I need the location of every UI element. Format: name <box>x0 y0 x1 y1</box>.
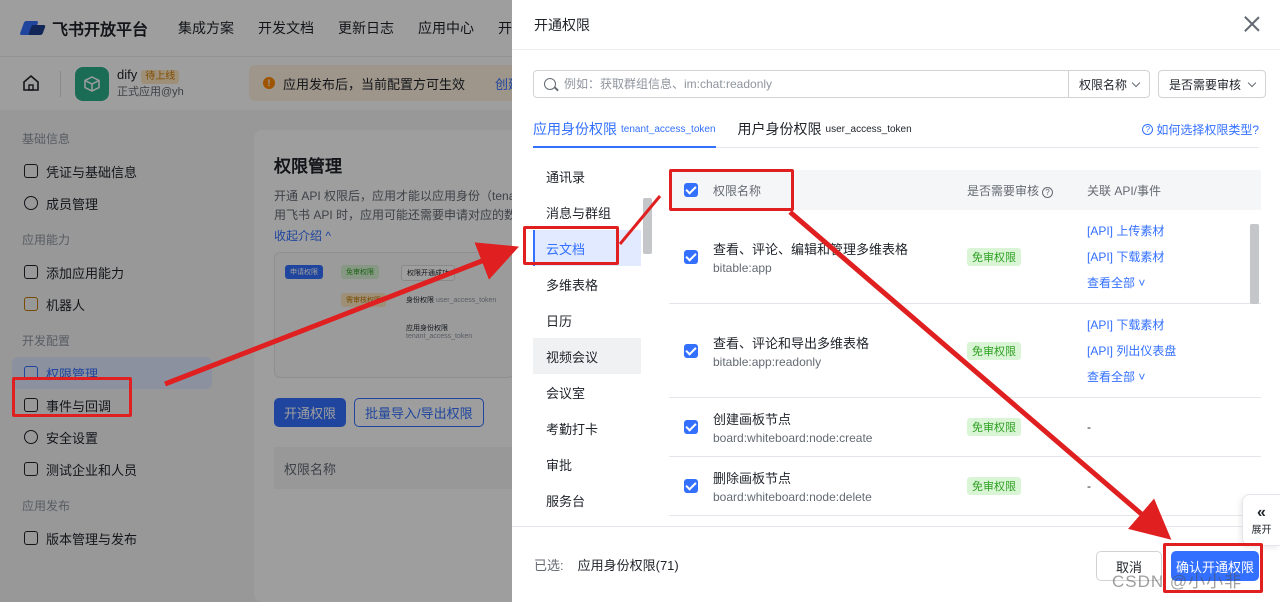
selected-value: 应用身份权限(71) <box>577 558 679 573</box>
column-name: 权限名称 <box>713 183 762 198</box>
category-item[interactable]: 视频会议 <box>533 338 641 374</box>
permission-type-help-link[interactable]: ? 如何选择权限类型? <box>1142 121 1259 138</box>
close-icon[interactable] <box>1242 14 1262 34</box>
search-field-select[interactable]: 权限名称 <box>1067 70 1149 98</box>
view-all-link[interactable]: 查看全部 ˅ <box>1087 364 1261 390</box>
permission-title: 创建画板节点 <box>713 412 792 427</box>
row-checkbox[interactable] <box>684 479 698 493</box>
api-empty: - <box>1087 479 1091 493</box>
view-all-label: 查看全部 <box>1087 369 1136 384</box>
permission-table: 权限名称 是否需要审核? 关联 API/事件 查看、评论、编辑和管理多维表格 bi… <box>669 170 1261 526</box>
review-badge: 免审权限 <box>967 418 1021 436</box>
help-label: 如何选择权限类型? <box>1156 123 1259 137</box>
api-empty: - <box>1087 420 1091 434</box>
table-row: 删除画板节点 board:whiteboard:node:delete 免审权限 … <box>669 457 1261 516</box>
permission-title: 查看、评论、编辑和管理多维表格 <box>713 241 909 257</box>
review-filter-select[interactable]: 是否需要审核 <box>1158 70 1267 98</box>
column-review: 是否需要审核? <box>967 182 1087 199</box>
review-filter-label: 是否需要审核 <box>1169 77 1242 92</box>
tab-code: tenant_access_token <box>621 123 716 135</box>
permission-title: 删除画板节点 <box>713 471 792 486</box>
api-link[interactable]: [API] 上传素材 <box>1087 218 1261 244</box>
category-item[interactable]: 消息与群组 <box>533 194 641 230</box>
search-field-label: 权限名称 <box>1078 77 1127 92</box>
drawer-title: 开通权限 <box>534 16 590 33</box>
column-review-label: 是否需要审核 <box>967 183 1040 198</box>
category-list: 通讯录 消息与群组 云文档 多维表格 日历 视频会议 会议室 考勤打卡 审批 服… <box>533 158 641 526</box>
table-row: 创建画板节点 board:whiteboard:node:create 免审权限 … <box>669 398 1261 457</box>
row-checkbox[interactable] <box>684 420 698 434</box>
tab-label: 用户身份权限 <box>737 121 822 137</box>
expand-label: 展开 <box>1251 524 1272 536</box>
category-item[interactable]: 通讯录 <box>533 158 641 194</box>
category-scrollbar[interactable] <box>642 178 652 524</box>
table-header: 权限名称 是否需要审核? 关联 API/事件 <box>669 170 1261 210</box>
table-row: 查看、评论、编辑和管理多维表格 bitable:app 免审权限 [API] 上传… <box>669 210 1261 304</box>
permission-title: 查看、评论和导出多维表格 <box>713 335 870 351</box>
row-checkbox[interactable] <box>684 249 698 264</box>
select-all-checkbox[interactable] <box>684 183 698 197</box>
selected-label: 已选: <box>534 558 564 573</box>
api-link[interactable]: [API] 下载素材 <box>1087 244 1261 270</box>
column-api: 关联 API/事件 <box>1087 183 1162 198</box>
drawer-footer: 已选: 应用身份权限(71) 取消 确认开通权限 CSDN @小小非 <box>512 526 1280 602</box>
row-checkbox[interactable] <box>684 343 698 358</box>
review-badge: 免审权限 <box>967 477 1021 495</box>
expand-panel-button[interactable]: « 展开 <box>1242 494 1280 546</box>
category-item[interactable]: 考勤打卡 <box>533 410 641 446</box>
permission-code: board:whiteboard:node:delete <box>713 490 872 504</box>
view-all-label: 查看全部 <box>1087 275 1136 290</box>
drawer-header: 开通权限 <box>512 0 1280 50</box>
view-all-link[interactable]: 查看全部 ˅ <box>1087 270 1261 296</box>
category-item[interactable]: 服务台 <box>533 482 641 518</box>
search-icon <box>544 78 556 90</box>
tab-user-identity[interactable]: 用户身份权限 user_access_token <box>738 112 912 146</box>
tab-label: 应用身份权限 <box>533 121 617 137</box>
category-item[interactable]: 多维表格 <box>533 266 641 302</box>
tab-code: user_access_token <box>825 123 912 135</box>
category-item[interactable]: 日历 <box>533 302 641 338</box>
tab-tenant-identity[interactable]: 应用身份权限 tenant_access_token <box>533 112 716 148</box>
category-item[interactable]: 任务 <box>533 518 641 526</box>
search-row: 权限名称 是否需要审核 <box>533 70 1267 98</box>
open-permission-drawer: 开通权限 权限名称 是否需要审核 应用身份权限 tenant_access_tok… <box>512 0 1280 602</box>
chevron-down-icon <box>1131 78 1141 87</box>
search-box: 权限名称 <box>533 70 1150 98</box>
table-scrollbar-thumb[interactable] <box>1250 224 1259 304</box>
permission-code: board:whiteboard:node:create <box>713 431 873 445</box>
review-badge: 免审权限 <box>967 341 1021 360</box>
review-badge: 免审权限 <box>967 247 1021 266</box>
permission-code: bitable:app <box>713 260 772 275</box>
category-item[interactable]: 审批 <box>533 446 641 482</box>
modal-overlay[interactable] <box>0 0 512 602</box>
category-item-active[interactable]: 云文档 <box>533 230 641 266</box>
watermark-text: CSDN @小小非 <box>1112 572 1243 591</box>
api-link[interactable]: [API] 列出仪表盘 <box>1087 338 1261 364</box>
chevron-down-icon <box>1247 78 1257 87</box>
table-row: 查看、评论和导出多维表格 bitable:app:readonly 免审权限 [A… <box>669 304 1261 398</box>
double-chevron-left-icon: « <box>1257 503 1266 521</box>
api-link[interactable]: [API] 下载素材 <box>1087 312 1261 338</box>
permission-code: bitable:app:readonly <box>713 354 822 369</box>
scrollbar-thumb[interactable] <box>643 198 652 254</box>
permission-search-input[interactable] <box>564 77 1068 91</box>
question-icon: ? <box>1142 124 1154 135</box>
question-icon[interactable]: ? <box>1042 186 1054 198</box>
category-item[interactable]: 会议室 <box>533 374 641 410</box>
identity-tabs: 应用身份权限 tenant_access_token 用户身份权限 user_acc… <box>533 112 1259 148</box>
